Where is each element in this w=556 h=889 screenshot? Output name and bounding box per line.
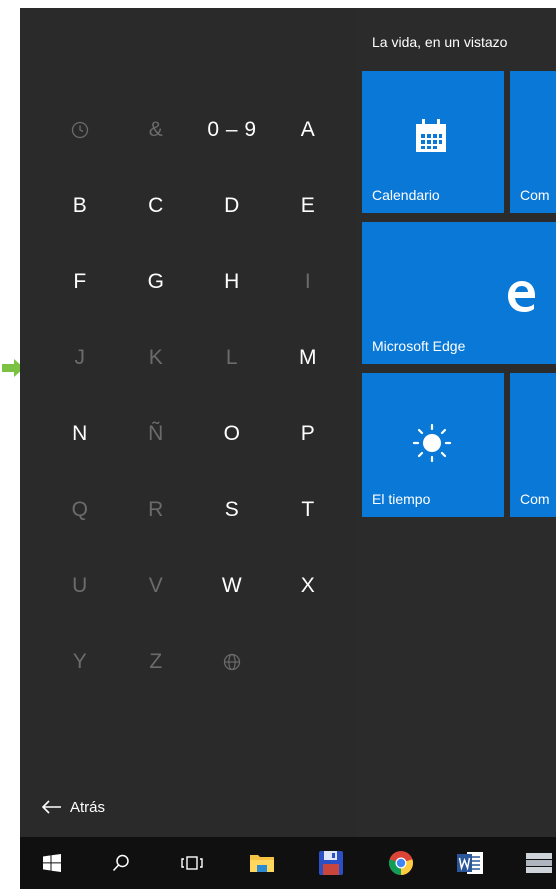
task-view-button[interactable] bbox=[170, 837, 214, 889]
jump-letter-k: K bbox=[148, 346, 164, 369]
jump-letter-z: Z bbox=[149, 650, 163, 673]
jump-letter-x[interactable]: X bbox=[270, 548, 346, 624]
tile-calendario[interactable]: Calendario bbox=[362, 71, 504, 213]
jump-letter-&: & bbox=[148, 118, 164, 141]
search-button[interactable] bbox=[99, 837, 143, 889]
tile-com-1[interactable]: Com bbox=[510, 71, 556, 213]
stack-app-button[interactable] bbox=[516, 837, 556, 889]
jump-letter-y: Y bbox=[72, 650, 88, 673]
start-button[interactable] bbox=[30, 837, 74, 889]
jump-letter-g[interactable]: G bbox=[118, 244, 194, 320]
jump-letter-l: L bbox=[225, 346, 239, 369]
save-disk-icon bbox=[319, 851, 343, 875]
app-stack-icon bbox=[526, 853, 552, 873]
word-icon bbox=[457, 852, 483, 874]
tile-label: El tiempo bbox=[372, 491, 431, 507]
jump-letter-q: Q bbox=[71, 498, 89, 521]
jump-letter-d[interactable]: D bbox=[194, 168, 270, 244]
jump-letter-h[interactable]: H bbox=[194, 244, 270, 320]
letter-grid: & 0 – 9A BCDE FGH I J K L M N Ñ OP Q R ST U V WX Y Z bbox=[42, 92, 346, 700]
jump-letter-u: U bbox=[72, 574, 88, 597]
jump-letter-o[interactable]: O bbox=[194, 396, 270, 472]
globe-icon bbox=[194, 624, 270, 700]
back-arrow-icon bbox=[41, 800, 61, 814]
sun-icon bbox=[412, 423, 452, 463]
search-icon bbox=[112, 854, 129, 872]
chrome-button[interactable] bbox=[379, 837, 423, 889]
word-button[interactable] bbox=[448, 837, 492, 889]
back-label: Atrás bbox=[70, 798, 106, 816]
jump-letter-s[interactable]: S bbox=[194, 472, 270, 548]
tile-group-title: La vida, en un vistazo bbox=[372, 34, 508, 50]
tile-com-2[interactable]: Com bbox=[510, 373, 556, 517]
jump-letter-09[interactable]: 0 – 9 bbox=[194, 92, 270, 168]
jump-letter-p[interactable]: P bbox=[270, 396, 346, 472]
jump-letter-v: V bbox=[148, 574, 164, 597]
save-app-button[interactable] bbox=[309, 837, 353, 889]
jump-letter-m[interactable]: M bbox=[270, 320, 346, 396]
tile-microsoft-edge[interactable]: Microsoft Edge bbox=[362, 222, 556, 364]
jump-list-panel: & 0 – 9A BCDE FGH I J K L M N Ñ OP Q R ST U V WX Y Z Atrás bbox=[20, 8, 357, 837]
jump-letter-c[interactable]: C bbox=[118, 168, 194, 244]
tile-label: Calendario bbox=[372, 187, 440, 203]
jump-letter-w[interactable]: W bbox=[194, 548, 270, 624]
tile-label: Com bbox=[520, 187, 550, 203]
calendar-icon bbox=[416, 119, 446, 152]
edge-icon bbox=[508, 281, 535, 312]
back-button[interactable]: Atrás bbox=[40, 794, 105, 820]
tile-label: Microsoft Edge bbox=[372, 338, 466, 354]
jump-letter-i: I bbox=[304, 270, 312, 293]
file-explorer-icon bbox=[250, 855, 274, 872]
tile-el-tiempo[interactable]: El tiempo bbox=[362, 373, 504, 517]
jump-letter-a[interactable]: A bbox=[270, 92, 346, 168]
jump-letter-b[interactable]: B bbox=[42, 168, 118, 244]
chrome-icon bbox=[389, 851, 413, 875]
tile-label: Com bbox=[520, 491, 550, 507]
jump-letter-n[interactable]: N bbox=[42, 396, 118, 472]
taskbar bbox=[20, 837, 556, 889]
task-view-icon bbox=[181, 856, 203, 870]
jump-letter-j: J bbox=[74, 346, 86, 369]
jump-letter-r: R bbox=[148, 498, 164, 521]
start-menu: & 0 – 9ABCDEFGHIJKLMNÑOPQRSTUVWXYZ Atrás … bbox=[20, 8, 556, 837]
jump-letter-e[interactable]: E bbox=[270, 168, 346, 244]
file-explorer-button[interactable] bbox=[240, 837, 284, 889]
jump-letter-f[interactable]: F bbox=[42, 244, 118, 320]
recent-clock-icon bbox=[42, 92, 118, 168]
jump-letter-t[interactable]: T bbox=[270, 472, 346, 548]
windows-start-icon bbox=[43, 854, 61, 872]
jump-letter-ñ: Ñ bbox=[148, 422, 164, 445]
